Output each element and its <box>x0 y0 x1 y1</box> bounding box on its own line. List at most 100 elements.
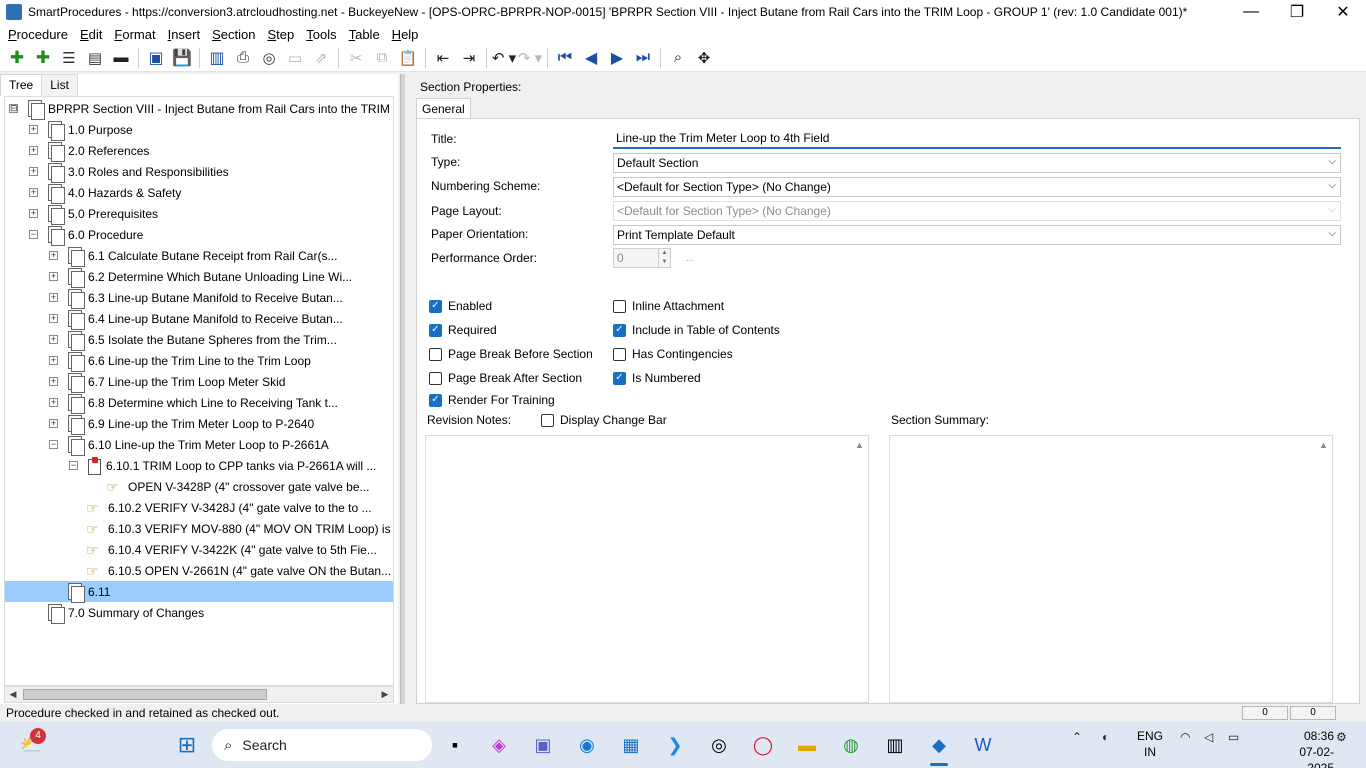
print-icon[interactable]: ⎙ <box>230 46 256 70</box>
menu-procedure[interactable]: Procedure <box>2 27 74 42</box>
last-icon[interactable]: ⏭ <box>630 46 656 70</box>
tree-node[interactable]: +5.0 Prerequisites <box>29 203 158 225</box>
expand-icon[interactable]: + <box>49 314 58 323</box>
tree-node[interactable]: ☞ OPEN V-3428P (4" crossover gate valve b… <box>89 476 370 497</box>
enabled-checkbox[interactable]: ✓ Enabled <box>429 299 492 313</box>
tree-node[interactable]: +6.2 Determine Which Butane Unloading Li… <box>49 266 352 288</box>
cut-icon[interactable]: ✂ <box>343 46 369 70</box>
paper-orientation-select[interactable]: Print Template Default ⌵ <box>613 225 1341 245</box>
expand-icon[interactable]: + <box>49 272 58 281</box>
tree-node[interactable]: 7.0 Summary of Changes <box>29 602 204 624</box>
menu-format[interactable]: Format <box>108 27 161 42</box>
checkin-icon[interactable]: ▣ <box>143 46 169 70</box>
expand-icon[interactable]: + <box>29 125 38 134</box>
close-button[interactable]: ✕ <box>1320 0 1366 24</box>
tree-node[interactable]: − 6.10.1 TRIM Loop to CPP tanks via P-266… <box>69 455 376 476</box>
tree-node[interactable]: +6.5 Isolate the Butane Spheres from the… <box>49 329 337 351</box>
copilot-icon[interactable]: ◈ <box>484 730 514 760</box>
undo-icon[interactable]: ↶ ▾ <box>491 46 517 70</box>
language-indicator[interactable]: ENG IN <box>1136 728 1164 760</box>
teams-icon[interactable]: ▣ <box>528 730 558 760</box>
tree-node[interactable]: +2.0 References <box>29 140 149 162</box>
tree-node[interactable]: +6.1 Calculate Butane Receipt from Rail … <box>49 245 337 267</box>
tab-list[interactable]: List <box>41 74 78 96</box>
revision-notes-textarea[interactable]: ▲ <box>425 435 869 703</box>
inline-attachment-checkbox[interactable]: Inline Attachment <box>613 299 724 313</box>
maximize-button[interactable]: ❐ <box>1274 0 1320 24</box>
pane-splitter[interactable] <box>400 74 405 704</box>
render-training-checkbox[interactable]: ✓ Render For Training <box>429 393 555 407</box>
tree-node[interactable]: +6.4 Line-up Butane Manifold to Receive … <box>49 308 343 330</box>
previous-icon[interactable]: ◀ <box>578 46 604 70</box>
tree-node[interactable]: +6.3 Line-up Butane Manifold to Receive … <box>49 287 343 309</box>
tree-node[interactable]: +3.0 Roles and Responsibilities <box>29 161 229 183</box>
save-icon[interactable]: 💾 <box>169 46 195 70</box>
menu-help[interactable]: Help <box>386 27 425 42</box>
list-icon[interactable]: ☰ <box>56 46 82 70</box>
tab-tree[interactable]: Tree <box>0 74 43 96</box>
list-expand-icon[interactable]: ▤ <box>82 46 108 70</box>
tree-node[interactable]: ☞ 6.10.3 VERIFY MOV-880 (4" MOV ON TRIM L… <box>69 518 393 539</box>
battery-icon[interactable]: ▭ <box>1228 730 1239 744</box>
page-break-after-checkbox[interactable]: Page Break After Section <box>429 371 582 385</box>
expand-icon[interactable]: + <box>49 293 58 302</box>
tree-node[interactable]: − 6.10 Line-up the Trim Meter Loop to P-2… <box>49 434 329 456</box>
wifi-icon[interactable]: ◠ <box>1180 730 1190 744</box>
remote-icon[interactable]: ❯ <box>660 730 690 760</box>
menu-edit[interactable]: Edit <box>74 27 108 42</box>
menu-table[interactable]: Table <box>343 27 386 42</box>
section-summary-textarea[interactable]: ▲ <box>889 435 1333 703</box>
collapse-icon[interactable]: ⊟ <box>9 104 18 113</box>
scroll-up-icon[interactable]: ▲ <box>855 440 864 450</box>
expand-icon[interactable]: + <box>49 398 58 407</box>
collapse-icon[interactable]: − <box>49 440 58 449</box>
page-break-before-checkbox[interactable]: Page Break Before Section <box>429 347 593 361</box>
scroll-right-icon[interactable]: ▶ <box>377 687 393 702</box>
tab-general[interactable]: General <box>416 98 471 119</box>
remove-icon[interactable]: ▬ <box>108 46 134 70</box>
add-subsection-icon[interactable]: ✚ <box>30 46 56 70</box>
expand-icon[interactable]: + <box>29 167 38 176</box>
scroll-thumb[interactable] <box>23 689 267 700</box>
title-input[interactable]: Line-up the Trim Meter Loop to 4th Field <box>613 129 1341 149</box>
section-summary-scrollbar[interactable]: ▲ <box>1316 436 1332 702</box>
opera-icon[interactable]: ◯ <box>748 730 778 760</box>
collapse-icon[interactable]: − <box>29 230 38 239</box>
tree-node[interactable]: +1.0 Purpose <box>29 119 133 141</box>
tree-node[interactable]: +6.7 Line-up the Trim Loop Meter Skid <box>49 371 285 393</box>
revision-notes-scrollbar[interactable]: ▲ <box>852 436 868 702</box>
expand-icon[interactable]: + <box>49 356 58 365</box>
network-manager-icon[interactable]: ◐ <box>1102 730 1109 744</box>
expand-icon[interactable]: + <box>29 188 38 197</box>
copy-icon[interactable]: ⧉ <box>369 46 395 70</box>
expand-icon[interactable]: + <box>49 251 58 260</box>
tree-node[interactable]: ☞ 6.10.5 OPEN V-2661N (4" gate valve ON t… <box>69 560 391 581</box>
start-icon[interactable]: ⊞ <box>172 730 202 760</box>
move-icon[interactable]: ✥ <box>691 46 717 70</box>
chrome-icon[interactable]: ◍ <box>836 730 866 760</box>
expand-icon[interactable]: + <box>49 377 58 386</box>
smartprocedures-icon[interactable]: ◆ <box>924 730 954 760</box>
tree-node[interactable]: +6.6 Line-up the Trim Line to the Trim L… <box>49 350 311 372</box>
menu-step[interactable]: Step <box>261 27 300 42</box>
indent-icon[interactable]: ⇥ <box>456 46 482 70</box>
redo-icon[interactable]: ↷ ▾ <box>517 46 543 70</box>
tree-node[interactable]: ☞ 6.10.2 VERIFY V-3428J (4" gate valve to… <box>69 497 372 518</box>
expand-icon[interactable]: + <box>29 209 38 218</box>
display-change-bar-checkbox[interactable]: Display Change Bar <box>541 413 667 427</box>
scroll-left-icon[interactable]: ◀ <box>5 687 21 702</box>
menu-insert[interactable]: Insert <box>162 27 207 42</box>
tree-node[interactable]: +6.9 Line-up the Trim Meter Loop to P-26… <box>49 413 314 435</box>
tree-horizontal-scrollbar[interactable]: ◀ ▶ <box>4 686 394 703</box>
outdent-icon[interactable]: ⇤ <box>430 46 456 70</box>
is-numbered-checkbox[interactable]: ✓ Is Numbered <box>613 371 701 385</box>
store-icon[interactable]: ▦ <box>616 730 646 760</box>
has-contingencies-checkbox[interactable]: Has Contingencies <box>613 347 733 361</box>
type-select[interactable]: Default Section ⌵ <box>613 153 1341 173</box>
first-icon[interactable]: ⏮ <box>552 46 578 70</box>
tree-node[interactable]: 6.11 <box>5 581 393 603</box>
word-icon[interactable]: W <box>968 730 998 760</box>
preview-icon[interactable]: ◎ <box>256 46 282 70</box>
paste-icon[interactable]: 📋 <box>395 46 421 70</box>
required-checkbox[interactable]: ✓ Required <box>429 323 497 337</box>
